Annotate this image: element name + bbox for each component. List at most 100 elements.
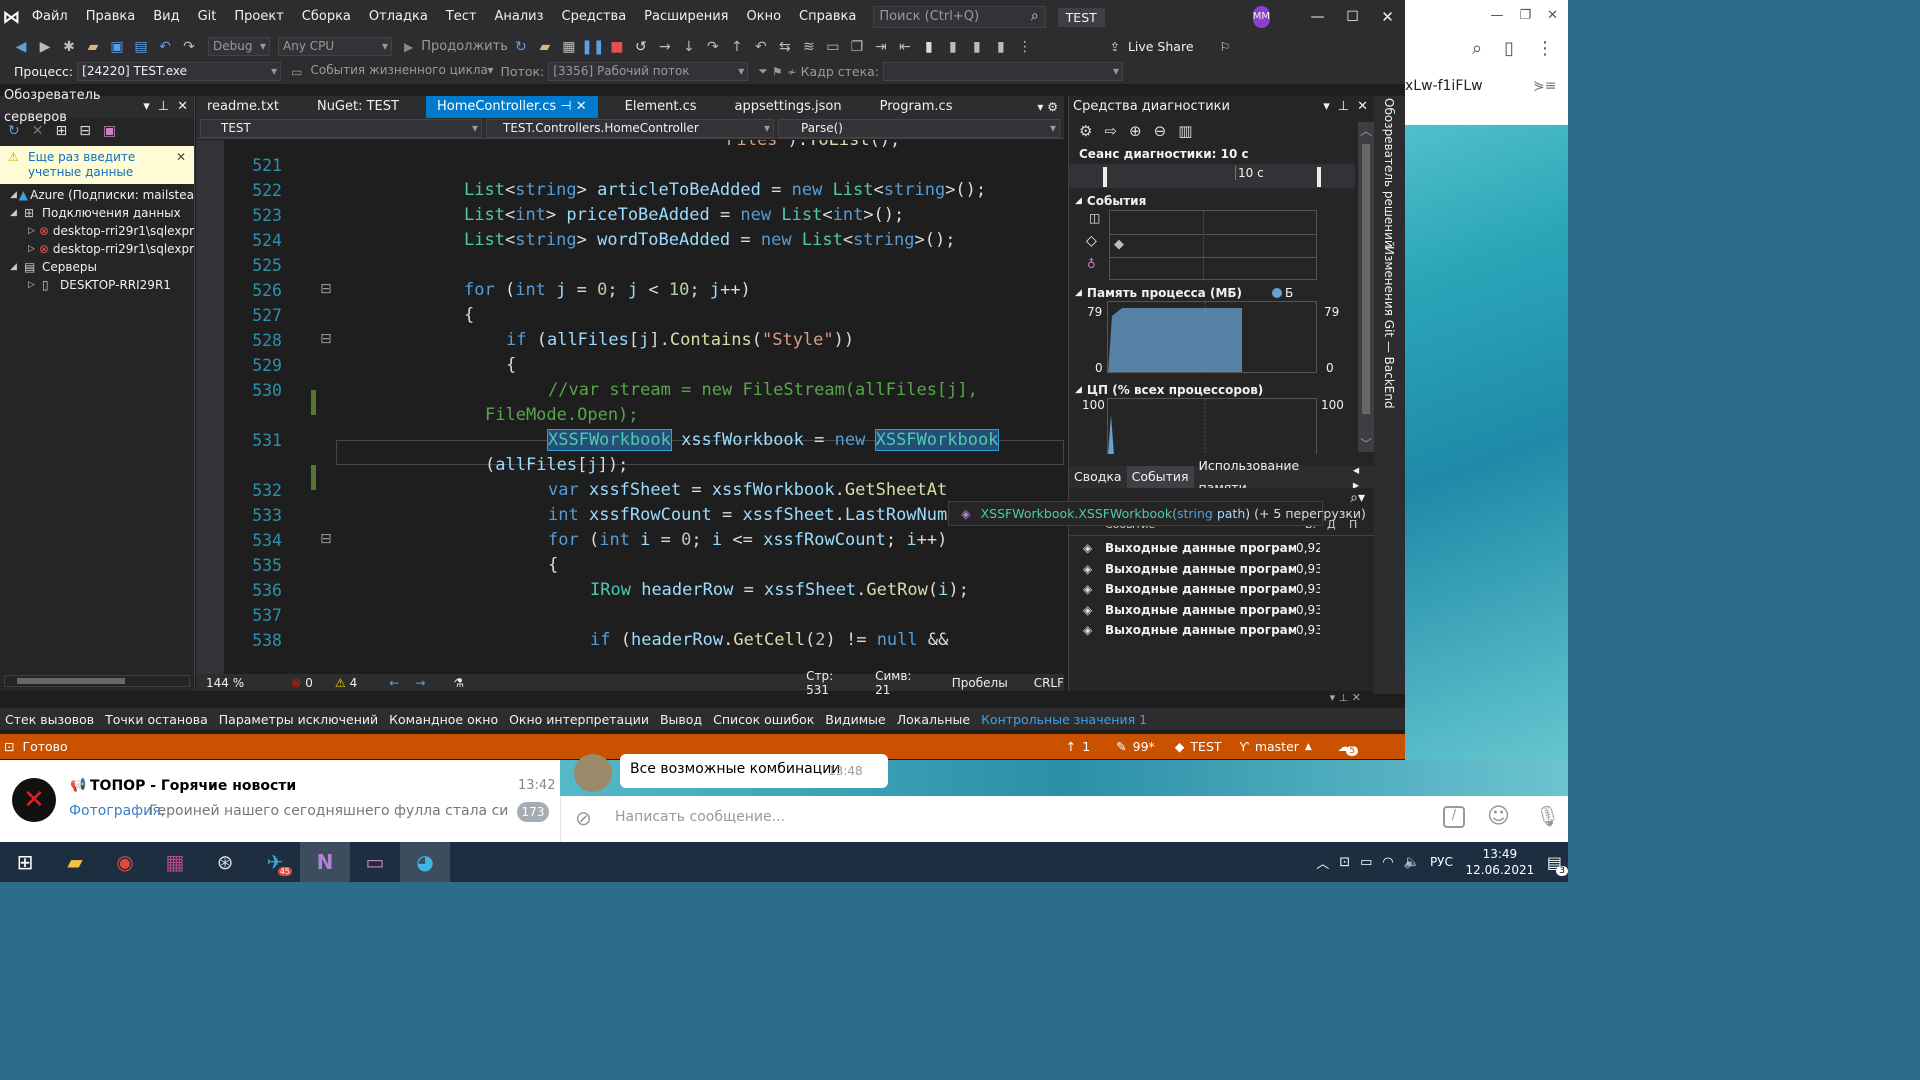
message-bubble[interactable]: Все возможные комбинации 13:48	[620, 754, 888, 788]
folder-icon[interactable]: ▰	[534, 36, 556, 58]
browser-tab-text[interactable]: xLw-f1iFLw	[1405, 78, 1525, 94]
open-folder-icon[interactable]: ▰	[82, 36, 104, 58]
microphone-icon[interactable]: 🎙	[1535, 804, 1560, 828]
menu-item-8[interactable]: Анализ	[485, 0, 552, 34]
pin-tab-icon[interactable]: ⊣	[556, 99, 576, 114]
message-input[interactable]: Написать сообщение...	[615, 809, 785, 825]
search-box[interactable]: Поиск (Ctrl+Q) ⌕	[873, 6, 1046, 28]
notification-center-icon[interactable]: ▤ 3	[1547, 853, 1568, 876]
doc-tab[interactable]: Program.cs	[869, 96, 964, 118]
minimize-icon[interactable]: —	[1490, 8, 1503, 23]
battery-icon[interactable]: ▭	[1360, 855, 1372, 870]
wifi-icon[interactable]: ◠	[1382, 855, 1393, 870]
expander-icon[interactable]: ◢	[10, 258, 24, 276]
save-all-icon[interactable]: ▤	[130, 36, 152, 58]
bottom-tab[interactable]: Вывод	[660, 712, 702, 727]
code-line[interactable]: "Files").ToList();	[196, 140, 1064, 153]
filter-icon[interactable]: ⏷	[758, 64, 768, 79]
cleanup-icon[interactable]: ⚗	[453, 676, 464, 690]
user-avatar[interactable]: MM	[1252, 6, 1271, 28]
fold-toggle-icon[interactable]: ⊟	[320, 531, 332, 547]
bottom-tab[interactable]: Локальные	[897, 712, 970, 727]
whitespace-info[interactable]: Пробелы	[952, 676, 1008, 690]
dropdown-icon[interactable]: ▾	[143, 96, 150, 118]
doc-tab[interactable]: HomeController.cs ⊣ ✕	[425, 96, 598, 118]
indent-icon[interactable]: ⇥	[870, 36, 892, 58]
repo-name[interactable]: TEST	[1190, 739, 1221, 754]
code-line[interactable]: 525	[196, 253, 1064, 278]
push-count[interactable]: 1	[1082, 739, 1090, 754]
fold-toggle-icon[interactable]: ⊟	[320, 281, 332, 297]
menu-item-5[interactable]: Сборка	[293, 0, 360, 34]
undo-icon[interactable]: ↶	[154, 36, 176, 58]
bottom-tab[interactable]: Командное окно	[389, 712, 498, 727]
bottom-tab[interactable]: Видимые	[825, 712, 885, 727]
pin-icon[interactable]: ⊥	[1338, 96, 1349, 118]
connect-db-icon[interactable]: ⊞	[55, 123, 67, 139]
nav-class-dropdown[interactable]: TEST.Controllers.HomeController	[486, 118, 774, 138]
nav-project-dropdown[interactable]: TEST	[200, 118, 482, 138]
tree-item[interactable]: ▷ ⊗ desktop-rri29r1\sqlexpr	[0, 222, 194, 240]
eol-info[interactable]: CRLF	[1034, 676, 1064, 690]
code-line[interactable]: 523 List<int> priceToBeAdded = new List<i…	[196, 203, 1064, 228]
zoom-in-icon[interactable]: ⊕	[1129, 122, 1142, 140]
timeline-ruler[interactable]: 10 с	[1069, 164, 1355, 188]
clock[interactable]: 13:49 12.06.2021	[1463, 846, 1537, 878]
push-icon[interactable]: ↑	[1066, 739, 1076, 754]
line-info[interactable]: Стр: 531	[806, 669, 859, 697]
live-share-button[interactable]: Live Share	[1128, 39, 1194, 54]
code-line[interactable]: 531 XSSFWorkbook xssfWorkbook = new XSSFW…	[196, 428, 1064, 453]
code-line[interactable]: 537	[196, 603, 1064, 628]
flag-icon[interactable]: ⚑	[772, 65, 783, 79]
close-tab-icon[interactable]: ✕	[576, 99, 587, 114]
toggle-icon[interactable]: ⇆	[774, 36, 796, 58]
repo-icon[interactable]: ◆	[1175, 739, 1185, 754]
stop-icon[interactable]: ■	[606, 36, 628, 58]
timeline-start-marker[interactable]	[1103, 167, 1107, 187]
stop-icon[interactable]: ✕	[32, 123, 44, 139]
terminal-icon[interactable]: ▭	[350, 842, 400, 882]
bookmark-prev-icon[interactable]: ▮	[942, 36, 964, 58]
bottom-tab[interactable]: Стек вызовов	[5, 712, 94, 727]
horizontal-scrollbar[interactable]	[4, 675, 190, 687]
zoom-dropdown[interactable]: 144 %	[206, 676, 263, 690]
expander-icon[interactable]: ▷	[28, 240, 39, 258]
close-icon[interactable]: ✕	[1547, 8, 1558, 23]
bookmark-clear-icon[interactable]: ▮	[990, 36, 1012, 58]
winrar-icon[interactable]: ▦	[150, 842, 200, 882]
watch-panel-controls[interactable]: ▾ ⊥ ✕	[1330, 694, 1361, 704]
close-button[interactable]: ✕	[1370, 8, 1405, 26]
sharepoint-icon[interactable]: ▣	[103, 123, 116, 139]
warning-link[interactable]: Еще раз введите учетные данные	[28, 150, 158, 180]
fold-toggle-icon[interactable]: ⊟	[320, 331, 332, 347]
stack-frame-dropdown[interactable]	[883, 62, 1124, 81]
event-row[interactable]: ◈ Выходные данные програм... 0,93	[1069, 579, 1375, 600]
event-row[interactable]: ◈ Выходные данные програм... 0,93	[1069, 600, 1375, 621]
file-explorer-icon[interactable]: ▰	[50, 842, 100, 882]
code-line[interactable]: FileMode.Open);	[196, 403, 1064, 428]
branch-up-icon[interactable]: ▲	[1305, 742, 1312, 752]
window-icon[interactable]: ▭	[822, 36, 844, 58]
doc-tab[interactable]: readme.txt	[196, 96, 290, 118]
menu-item-10[interactable]: Расширения	[635, 0, 737, 34]
diag-tab[interactable]: События	[1126, 466, 1194, 488]
zoom-out-icon[interactable]: ⊖	[1154, 122, 1167, 140]
overflow-icon[interactable]: ⋮	[1014, 36, 1036, 58]
settings-icon[interactable]: ⚙	[1079, 122, 1092, 140]
event-row[interactable]: ◈ Выходные данные програм... 0,93	[1069, 559, 1375, 580]
hot-reload-icon[interactable]: ↶	[750, 36, 772, 58]
menu-item-3[interactable]: Git	[189, 0, 226, 34]
menu-item-0[interactable]: Файл	[23, 0, 77, 34]
start-icon[interactable]: ⊞	[0, 842, 50, 882]
event-marker[interactable]: ◆	[1114, 237, 1124, 252]
edits-count[interactable]: 99*	[1133, 739, 1155, 754]
thread-dropdown[interactable]: [3356] Рабочий поток	[548, 62, 749, 81]
timeline-end-marker[interactable]	[1317, 167, 1321, 187]
tab-overflow-icon[interactable]: ▾ ⚙	[1037, 96, 1058, 118]
event-row[interactable]: ◈ Выходные данные програм... 0,93	[1069, 620, 1375, 641]
notifications-count[interactable]: 5	[1346, 745, 1359, 756]
code-line[interactable]: 527 {	[196, 303, 1064, 328]
doc-tab[interactable]: Element.cs	[614, 96, 708, 118]
step-icon[interactable]: →	[654, 36, 676, 58]
lifecycle-icon[interactable]: ▭	[291, 65, 302, 79]
